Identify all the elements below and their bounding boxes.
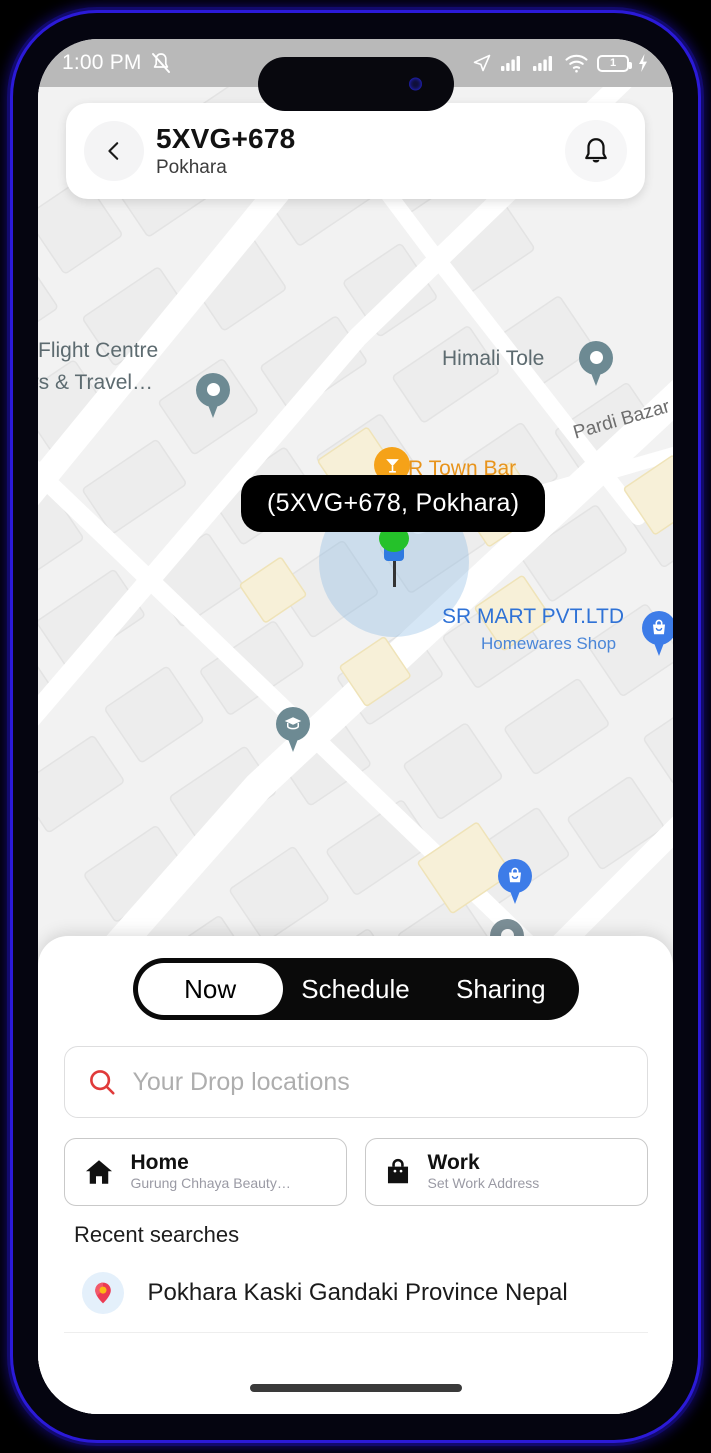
recent-search-text: Pokhara Kaski Gandaki Province Nepal [147, 1279, 568, 1306]
battery-level: 1 [609, 57, 617, 69]
shortcut-home-title: Home [130, 1151, 189, 1175]
shortcut-home[interactable]: Home Gurung Chhaya Beauty… [63, 1138, 347, 1206]
current-location-marker[interactable] [377, 525, 411, 587]
recent-searches-label: Recent searches [74, 1222, 240, 1247]
map-pin-sr-mart[interactable] [642, 611, 673, 657]
bell-muted-icon [151, 53, 170, 73]
home-indicator[interactable] [249, 1384, 462, 1392]
header-texts: 5XVG+678 Pokhara [156, 123, 295, 179]
recent-search-item[interactable]: Pokhara Kaski Gandaki Province Nepal [63, 1258, 648, 1333]
navigation-arrow-icon [473, 54, 491, 72]
shopping-bag-icon [653, 619, 665, 635]
work-bag-icon [387, 1158, 408, 1184]
wifi-icon [565, 54, 588, 73]
bell-icon [585, 138, 607, 163]
cocktail-icon [385, 458, 399, 473]
charging-bolt-icon [639, 54, 647, 72]
map-pin-school[interactable] [276, 707, 310, 753]
bottom-sheet: Now Schedule Sharing Home [38, 936, 673, 1414]
cellular-signal-icon [501, 56, 520, 71]
map-pin-himali-tole[interactable] [579, 341, 613, 387]
tab-sharing[interactable]: Sharing [428, 963, 573, 1015]
map-pin-glyph [94, 1282, 111, 1304]
tab-now[interactable]: Now [137, 963, 283, 1015]
mode-tabs: Now Schedule Sharing [132, 958, 579, 1020]
search-input[interactable] [132, 1067, 625, 1097]
shortcut-home-subtitle: Gurung Chhaya Beauty… [130, 1175, 291, 1192]
shopping-bag-icon [509, 867, 521, 883]
status-bar-left: 1:00 PM [62, 51, 173, 75]
recent-searches-list: Pokhara Kaski Gandaki Province Nepal [63, 1258, 648, 1333]
drop-location-search[interactable] [63, 1046, 648, 1118]
status-time: 1:00 PM [62, 51, 142, 74]
page-title: 5XVG+678 [156, 123, 296, 154]
notification-button[interactable] [565, 120, 627, 182]
tab-schedule[interactable]: Schedule [283, 963, 428, 1015]
phone-screen: Flight Centre urs & Travel… Himali Tole … [38, 39, 673, 1414]
battery-icon: 1 [597, 54, 632, 72]
shortcut-work-title: Work [427, 1151, 480, 1175]
map-pin-shop-2[interactable] [498, 859, 532, 905]
search-icon [89, 1070, 115, 1095]
chevron-left-icon [108, 142, 119, 160]
phone-frame: Flight Centre urs & Travel… Himali Tole … [13, 13, 698, 1440]
map-pin-flight-centre[interactable] [196, 373, 230, 419]
location-tooltip: (5XVG+678, Pokhara) [241, 475, 546, 532]
header-card: 5XVG+678 Pokhara [66, 103, 645, 199]
shortcut-work[interactable]: Work Set Work Address [364, 1138, 648, 1206]
front-camera [408, 77, 422, 91]
map-pin-icon [81, 1272, 124, 1314]
saved-place-shortcuts: Home Gurung Chhaya Beauty… Work Set Work… [63, 1138, 648, 1206]
status-bar-right: 1 [472, 53, 649, 73]
home-icon [85, 1160, 112, 1184]
dynamic-island [257, 57, 454, 111]
page-subtitle: Pokhara [156, 157, 227, 178]
back-button[interactable] [84, 121, 144, 181]
shortcut-work-subtitle: Set Work Address [427, 1175, 540, 1192]
graduation-cap-icon [284, 717, 302, 730]
cellular-signal-2-icon [533, 56, 552, 71]
